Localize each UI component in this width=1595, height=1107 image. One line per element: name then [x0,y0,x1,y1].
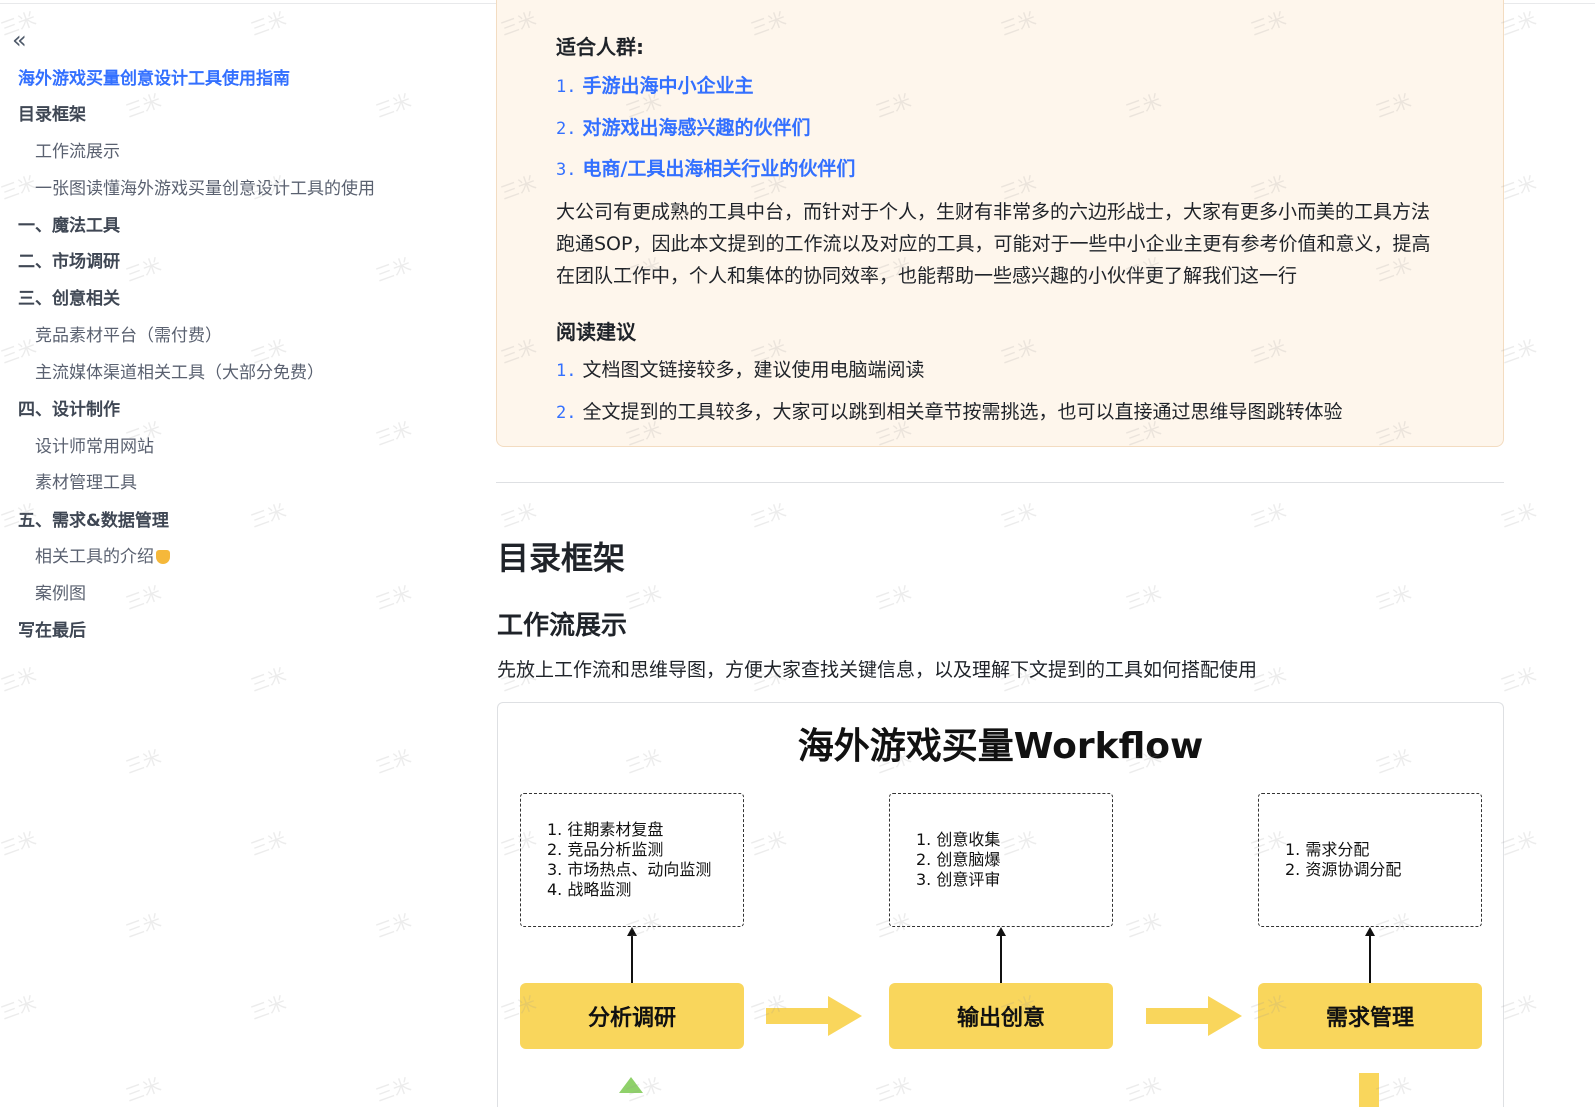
toc-item-designer-sites[interactable]: 设计师常用网站 [35,436,154,458]
stage-tasks-box: 1. 往期素材复盘 2. 竞品分析监测 3. 市场热点、动向监测 4. 战略监测 [520,793,744,927]
toc-item-asset-management[interactable]: 素材管理工具 [35,472,137,494]
triangle-up-icon [619,1077,643,1093]
arrow-up-icon [996,927,1006,936]
list-number: 1. [556,361,577,381]
toc-item-workflow[interactable]: 工作流展示 [35,141,120,163]
toc-label: 素材管理工具 [35,473,137,493]
list-text: 对游戏出海感兴趣的伙伴们 [582,117,811,139]
task-item: 3. 创意评审 [916,870,1001,889]
list-text: 全文提到的工具较多，大家可以跳到相关章节按需挑选，也可以直接通过思维导图跳转体验 [582,401,1343,423]
toc-label: 主流媒体渠道相关工具（大部分免费） [35,363,324,383]
list-number: 3. [556,160,577,180]
watermark-text: 三米 [1498,500,1540,533]
toc-item-case-images[interactable]: 案例图 [35,583,86,605]
toc-label: 二、市场调研 [18,252,120,272]
connector-line [631,935,633,983]
stage-tasks-box: 1. 需求分配 2. 资源协调分配 [1258,793,1482,927]
arrow-up-icon [627,927,637,936]
workflow-diagram[interactable]: 海外游戏买量Workflow 1. 往期素材复盘 2. 竞品分析监测 3. 市场… [497,702,1504,1107]
audience-item[interactable]: 1. 手游出海中小企业主 [556,73,754,100]
list-number: 2. [556,119,577,139]
toc-label: 设计师常用网站 [35,437,154,457]
list-text: 手游出海中小企业主 [582,75,754,97]
stage-creative: 输出创意 [889,983,1113,1049]
connector-line [1369,935,1371,983]
subsection-title: 工作流展示 [497,611,628,641]
toc-label: 一张图读懂海外游戏买量创意设计工具的使用 [35,179,375,199]
arrow-right-icon [766,996,866,1036]
toc-label: 五、需求&数据管理 [18,511,169,531]
toc-label: 三、创意相关 [18,289,120,309]
toc-sidebar: « 海外游戏买量创意设计工具使用指南 目录框架 工作流展示 一张图读懂海外游戏买… [0,0,430,1107]
paragraph-line: 大公司有更成熟的工具中台，而针对于个人，生财有非常多的六边形战士，大家有更多小而… [556,201,1431,223]
list-number: 2. [556,403,577,423]
reading-item: 2. 全文提到的工具较多，大家可以跳到相关章节按需挑选，也可以直接通过思维导图跳转… [556,399,1343,426]
audience-item[interactable]: 3. 电商/工具出海相关行业的伙伴们 [556,156,855,183]
task-item: 1. 创意收集 [916,830,1001,849]
toc-item-demand-data[interactable]: 五、需求&数据管理 [18,510,169,532]
task-item: 2. 创意脑爆 [916,850,1001,869]
toc-item-overview-diagram[interactable]: 一张图读懂海外游戏买量创意设计工具的使用 [35,178,375,200]
audience-item[interactable]: 2. 对游戏出海感兴趣的伙伴们 [556,115,811,142]
toc-label: 海外游戏买量创意设计工具使用指南 [18,69,290,89]
connector-line [1000,935,1002,983]
task-item: 4. 战略监测 [547,880,632,899]
toc-label: 竞品素材平台（需付费） [35,326,222,346]
toc-label: 四、设计制作 [18,400,120,420]
collapse-sidebar-icon[interactable]: « [12,28,27,52]
arrow-right-icon [1146,996,1246,1036]
reading-item: 1. 文档图文链接较多，建议使用电脑端阅读 [556,357,925,384]
toc-item-closing[interactable]: 写在最后 [18,620,86,642]
watermark-text: 三米 [1123,582,1165,615]
watermark-text: 三米 [1248,500,1290,533]
list-number: 1. [556,77,577,97]
watermark-text: 三米 [748,500,790,533]
connector-bar [1359,1073,1379,1107]
stage-analysis: 分析调研 [520,983,744,1049]
stage-demand: 需求管理 [1258,983,1482,1049]
toc-label: 相关工具的介绍 [35,547,154,567]
task-item: 2. 资源协调分配 [1285,860,1402,879]
list-text: 文档图文链接较多，建议使用电脑端阅读 [582,359,925,381]
toc-item-design[interactable]: 四、设计制作 [18,399,120,421]
audience-heading: 适合人群: [556,35,644,59]
toc-item-doc-title[interactable]: 海外游戏买量创意设计工具使用指南 [18,68,290,90]
toc-item-catalog[interactable]: 目录框架 [18,104,86,126]
paragraph-line: 在团队工作中，个人和集体的协同效率，也能帮助一些感兴趣的小伙伴更了解我们这一行 [556,265,1298,287]
toc-item-media-channels[interactable]: 主流媒体渠道相关工具（大部分免费） [35,362,324,384]
toc-item-magic-tools[interactable]: 一、魔法工具 [18,215,120,237]
watermark-text: 三米 [998,500,1040,533]
list-text: 电商/工具出海相关行业的伙伴们 [582,158,856,180]
toc-label: 写在最后 [18,621,86,641]
watermark-text: 三米 [873,582,915,615]
task-item: 3. 市场热点、动向监测 [547,860,712,879]
workflow-title: 海外游戏买量Workflow [797,726,1204,767]
watermark-text: 三米 [1373,582,1415,615]
toc-item-tool-intro[interactable]: 相关工具的介绍 [35,546,170,568]
reading-heading: 阅读建议 [556,320,636,344]
stage-tasks-box: 1. 创意收集 2. 创意脑爆 3. 创意评审 [889,793,1113,927]
task-item: 1. 需求分配 [1285,840,1370,859]
watermark-text: 三米 [498,500,540,533]
task-item: 2. 竞品分析监测 [547,840,664,859]
task-item: 1. 往期素材复盘 [547,820,664,839]
paragraph-line: 跑通SOP，因此本文提到的工作流以及对应的工具，可能对于一些中小企业主更有参考价… [556,233,1431,255]
watermark-text: 三米 [1498,664,1540,697]
toc-item-market-research[interactable]: 二、市场调研 [18,251,120,273]
arrow-up-icon [1365,927,1375,936]
divider [496,482,1504,483]
toc-label: 工作流展示 [35,142,120,162]
toc-label: 一、魔法工具 [18,216,120,236]
watermark-text: 三米 [623,582,665,615]
toc-item-competitor-assets[interactable]: 竞品素材平台（需付费） [35,325,222,347]
toc-label: 案例图 [35,584,86,604]
callout-paragraph: 大公司有更成熟的工具中台，而针对于个人，生财有非常多的六边形战士，大家有更多小而… [556,196,1486,292]
toc-label: 目录框架 [18,105,86,125]
pointing-down-hand-icon [156,550,170,564]
intro-paragraph: 先放上工作流和思维导图，方便大家查找关键信息，以及理解下文提到的工具如何搭配使用 [497,659,1258,681]
section-title: 目录框架 [497,539,626,577]
toc-item-creative[interactable]: 三、创意相关 [18,288,120,310]
